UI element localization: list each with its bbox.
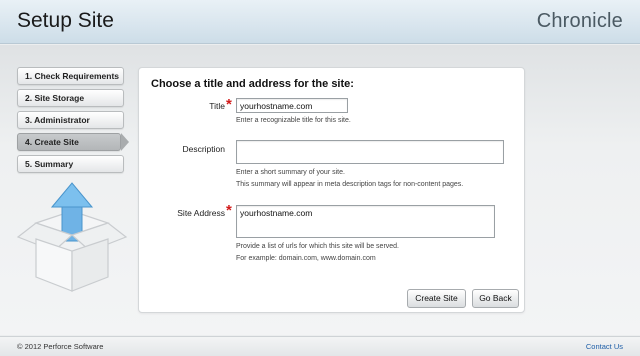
- go-back-button[interactable]: Go Back: [472, 289, 519, 308]
- site-address-textarea[interactable]: yourhostname.com: [236, 205, 495, 238]
- site-address-example: For example: domain.com, www.domain.com: [236, 255, 376, 262]
- step-summary[interactable]: 5. Summary: [17, 155, 124, 173]
- title-required-marker: *: [226, 96, 232, 113]
- form-heading: Choose a title and address for the site:: [151, 78, 354, 90]
- create-site-button[interactable]: Create Site: [407, 289, 466, 308]
- site-address-required-marker: *: [226, 202, 232, 219]
- description-label: Description: [182, 144, 225, 154]
- page-footer: © 2012 Perforce Software Contact Us: [0, 336, 640, 356]
- main-area: 1. Check Requirements 2. Site Storage 3.…: [0, 45, 640, 335]
- step-create-site[interactable]: 4. Create Site: [17, 133, 129, 151]
- title-hint: Enter a recognizable title for this site…: [236, 117, 351, 124]
- step-site-storage[interactable]: 2. Site Storage: [17, 89, 124, 107]
- step-administrator[interactable]: 3. Administrator: [17, 111, 124, 129]
- brand-logo: Chronicle: [536, 10, 623, 32]
- page-title: Setup Site: [17, 9, 114, 32]
- box-with-up-arrow-icon: [14, 181, 132, 293]
- contact-us-link[interactable]: Contact Us: [586, 342, 623, 351]
- title-input[interactable]: [236, 98, 348, 113]
- site-address-label: Site Address: [177, 208, 225, 218]
- description-textarea[interactable]: [236, 140, 504, 164]
- step-check-requirements[interactable]: 1. Check Requirements: [17, 67, 124, 85]
- description-hint: Enter a short summary of your site.: [236, 169, 345, 176]
- create-site-form: Choose a title and address for the site:…: [138, 67, 525, 313]
- copyright-text: © 2012 Perforce Software: [17, 342, 104, 351]
- setup-steps: 1. Check Requirements 2. Site Storage 3.…: [17, 67, 129, 177]
- page-header: Setup Site Chronicle: [0, 0, 640, 44]
- title-label: Title: [209, 101, 225, 111]
- site-address-hint: Provide a list of urls for which this si…: [236, 243, 400, 250]
- description-hint-meta: This summary will appear in meta descrip…: [236, 181, 464, 188]
